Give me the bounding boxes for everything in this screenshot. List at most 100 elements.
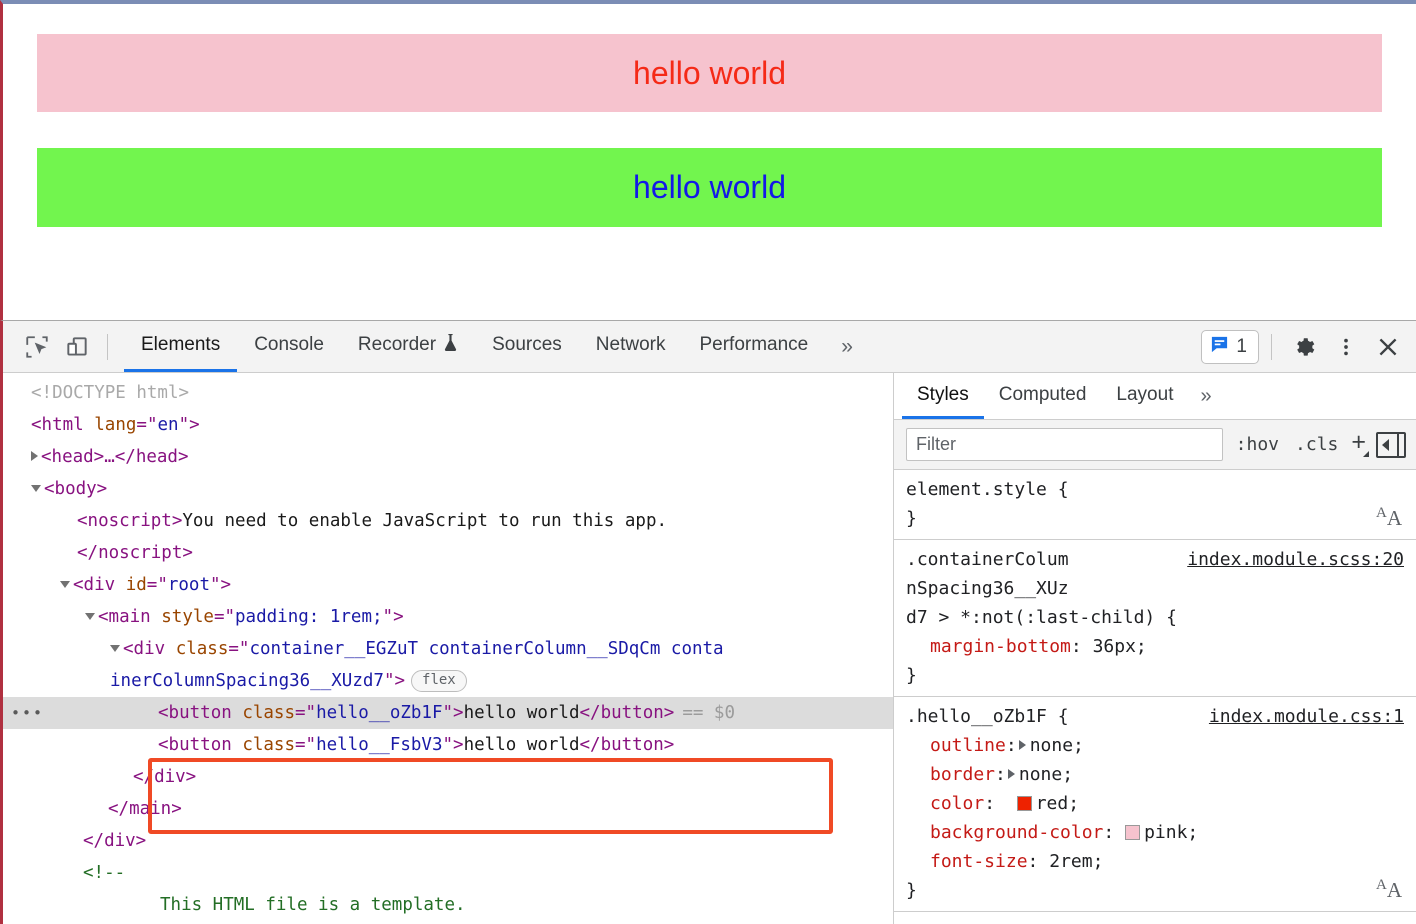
gear-icon[interactable] [1284, 327, 1324, 367]
collapse-main-triangle[interactable] [85, 612, 95, 620]
styles-more-tabs-icon[interactable]: » [1188, 373, 1223, 419]
tab-sources-label: Sources [492, 334, 562, 355]
inspect-element-icon[interactable] [17, 327, 57, 367]
rule-source-link[interactable]: index.module.scss:20 [1187, 545, 1404, 574]
dom-line-comment-body[interactable]: This HTML file is a template. [3, 889, 893, 921]
declaration-font-size[interactable]: font-size: 2rem; [906, 847, 1404, 876]
declaration-background-color[interactable]: background-color: pink; [906, 818, 1404, 847]
hello-world-button-pink[interactable]: hello world [37, 34, 1382, 113]
toolbar-divider-2 [1271, 333, 1272, 360]
expand-shorthand-triangle[interactable] [1018, 740, 1026, 750]
devtools-tab-list: Elements Console Recorder Sources Networ… [124, 321, 869, 372]
more-tabs-icon[interactable]: » [825, 321, 869, 372]
styles-filter-row: :hov .cls + [894, 420, 1416, 470]
declaration-border[interactable]: border: none; [906, 760, 1404, 789]
collapse-container-triangle[interactable] [110, 644, 120, 652]
rule-element-style[interactable]: element.style { } AA [894, 470, 1416, 540]
new-style-rule-button[interactable]: + [1351, 430, 1369, 459]
declaration-property[interactable]: background-color [930, 822, 1103, 843]
dom-line-container-div[interactable]: <div class="container__EGZuT containerCo… [3, 633, 893, 665]
devtools-screenshot: hello world hello world Elements Console… [0, 0, 1416, 924]
tab-recorder[interactable]: Recorder [341, 321, 475, 372]
tab-layout[interactable]: Layout [1101, 373, 1188, 419]
declaration-color[interactable]: color: red; [906, 789, 1404, 818]
row-ellipsis-icon[interactable]: ••• [11, 697, 44, 729]
device-toolbar-icon[interactable] [57, 327, 97, 367]
dom-line-container-div-wrap[interactable]: inerColumnSpacing36__XUzd7"> flex [3, 665, 893, 697]
toolbar-divider [107, 333, 108, 360]
dom-line-doctype[interactable]: <!DOCTYPE html> [3, 377, 893, 409]
rule-close-brace-2: } [906, 665, 917, 686]
dom-line-noscript-close[interactable]: </noscript> [3, 537, 893, 569]
rule-selector-hello[interactable]: .hello__oZb1F { [906, 702, 1069, 731]
tab-performance[interactable]: Performance [682, 321, 825, 372]
issues-badge[interactable]: 1 [1201, 329, 1259, 364]
dom-line-body[interactable]: <body> [3, 473, 893, 505]
declaration-property[interactable]: border [930, 764, 995, 785]
declaration-value[interactable]: none; [1030, 735, 1084, 756]
dom-line-root-close[interactable]: </div> [3, 825, 893, 857]
collapse-root-triangle[interactable] [60, 580, 70, 588]
hov-toggle-button[interactable]: :hov [1233, 432, 1282, 457]
dom-line-comment-open[interactable]: <!-- [3, 857, 893, 889]
declaration-value[interactable]: 2rem; [1049, 851, 1103, 872]
dom-line-root-div[interactable]: <div id="root"> [3, 569, 893, 601]
dom-line-html[interactable]: <html lang="en"> [3, 409, 893, 441]
expand-shorthand-triangle[interactable] [1007, 769, 1015, 779]
tab-console-label: Console [254, 334, 324, 355]
declaration-property[interactable]: margin-bottom [930, 636, 1071, 657]
tab-network[interactable]: Network [579, 321, 683, 372]
hello-world-button-green[interactable]: hello world [37, 148, 1382, 227]
declaration-property[interactable]: color [930, 793, 984, 814]
dom-line-div-close[interactable]: </div> [3, 761, 893, 793]
font-editor-icon[interactable]: AA [1376, 499, 1402, 533]
tab-sources[interactable]: Sources [475, 321, 579, 372]
declaration-value[interactable]: red; [1036, 793, 1079, 814]
font-editor-icon-2[interactable]: AA [1376, 871, 1402, 905]
declaration-value[interactable]: none; [1019, 764, 1073, 785]
dom-line-main-close[interactable]: </main> [3, 793, 893, 825]
computed-sidebar-toggle-icon[interactable] [1376, 431, 1406, 458]
tab-console[interactable]: Console [237, 321, 341, 372]
rule-hello-ozb1f[interactable]: .hello__oZb1F { index.module.css:1 outli… [894, 697, 1416, 912]
tab-styles[interactable]: Styles [902, 373, 984, 419]
selected-node-marker: == $0 [682, 703, 736, 723]
dom-line-main[interactable]: <main style="padding: 1rem;"> [3, 601, 893, 633]
devtools-body: <!DOCTYPE html> <html lang="en"> <head>…… [3, 373, 1416, 924]
declaration-property[interactable]: font-size [930, 851, 1028, 872]
color-swatch-pink[interactable] [1125, 825, 1141, 840]
styles-pane: Styles Computed Layout » :hov .cls + [894, 373, 1416, 924]
rule-container-column-spacing[interactable]: .containerColum index.module.scss:20 nSp… [894, 540, 1416, 697]
dom-line-head[interactable]: <head>…</head> [3, 441, 893, 473]
declaration-value[interactable]: 36px; [1093, 636, 1147, 657]
tab-performance-label: Performance [699, 334, 809, 355]
styles-filter-input[interactable] [906, 428, 1223, 461]
close-icon[interactable] [1368, 327, 1408, 367]
tab-computed[interactable]: Computed [984, 373, 1102, 419]
rule-close-brace-3: } [906, 880, 917, 901]
flex-badge[interactable]: flex [411, 670, 467, 692]
tab-styles-label: Styles [917, 383, 969, 405]
dom-line-button-2[interactable]: <button class="hello__FsbV3">hello world… [3, 729, 893, 761]
color-swatch-red[interactable] [1016, 796, 1032, 811]
expand-head-triangle[interactable] [31, 451, 38, 461]
cls-toggle-button[interactable]: .cls [1292, 432, 1341, 457]
dom-tree-pane[interactable]: <!DOCTYPE html> <html lang="en"> <head>…… [3, 373, 894, 924]
declaration-outline[interactable]: outline: none; [906, 731, 1404, 760]
dom-line-noscript[interactable]: <noscript>You need to enable JavaScript … [3, 505, 893, 537]
page-viewport: hello world hello world [0, 0, 1416, 320]
flask-icon [443, 333, 458, 358]
dom-line-button-1[interactable]: ••• <button class="hello__oZb1F">hello wo… [3, 697, 893, 729]
tab-elements[interactable]: Elements [124, 321, 238, 372]
declaration-margin-bottom[interactable]: margin-bottom: 36px; [906, 632, 1404, 661]
collapse-body-triangle[interactable] [31, 484, 41, 492]
rule-source-link-hello[interactable]: index.module.css:1 [1209, 702, 1404, 731]
rule-selector-line-1[interactable]: .containerColum [906, 545, 1069, 574]
declaration-value[interactable]: pink; [1144, 822, 1198, 843]
rule-selector[interactable]: element.style { [906, 475, 1404, 504]
kebab-menu-icon[interactable] [1326, 327, 1366, 367]
issues-count: 1 [1236, 335, 1247, 357]
declaration-property[interactable]: outline [930, 735, 1006, 756]
tab-network-label: Network [595, 334, 666, 355]
styles-tab-list: Styles Computed Layout » [894, 373, 1416, 420]
